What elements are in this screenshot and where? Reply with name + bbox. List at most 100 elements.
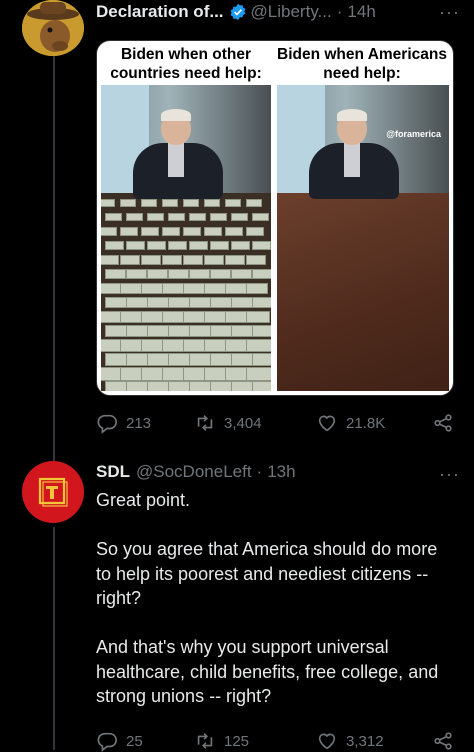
- money-bill: [120, 199, 136, 207]
- display-name[interactable]: Declaration of...: [96, 2, 224, 22]
- money-bill: [183, 227, 201, 236]
- money-bill: [147, 269, 168, 280]
- money-bill: [231, 213, 248, 222]
- money-bill: [231, 241, 250, 251]
- tweet-paragraph: Great point.: [96, 490, 191, 510]
- tweet-image[interactable]: Biden when other countries need help: Bi…: [96, 40, 454, 396]
- money-stacks: [101, 193, 271, 391]
- reply-icon: [97, 414, 117, 434]
- meme-panel-empty: @foramerica: [277, 85, 449, 391]
- heart-icon: [318, 415, 336, 432]
- meme-watermark: @foramerica: [386, 129, 441, 139]
- timestamp[interactable]: 14h: [347, 2, 375, 22]
- money-bill: [120, 283, 142, 294]
- money-bill: [162, 199, 178, 207]
- like-count: 21.8K: [346, 414, 386, 432]
- meme-caption-right: Biden when Americans need help:: [277, 46, 447, 82]
- money-bill: [252, 241, 271, 251]
- money-bill: [225, 283, 247, 294]
- money-bill: [210, 297, 233, 309]
- reply-button[interactable]: 25: [96, 730, 194, 752]
- money-bill: [231, 269, 252, 280]
- money-bill: [204, 283, 226, 294]
- share-icon: [434, 414, 452, 432]
- money-bill: [210, 269, 231, 280]
- thread-line: [53, 56, 55, 466]
- tweet-header: SDL @SocDoneLeft · 13h: [96, 462, 296, 482]
- money-bill: [120, 227, 138, 236]
- retweet-icon: [197, 733, 213, 749]
- share-button[interactable]: [432, 412, 454, 434]
- money-bill: [204, 227, 222, 236]
- more-options-icon[interactable]: ···: [439, 464, 460, 485]
- money-bill: [204, 255, 224, 265]
- tweet-actions: 213 3,404 21.8K: [96, 412, 454, 434]
- tweet-paragraph: So you agree that America should do more…: [96, 539, 438, 608]
- money-bill: [252, 213, 269, 222]
- money-bill: [101, 199, 115, 207]
- money-bill: [225, 199, 241, 207]
- display-name[interactable]: SDL: [96, 462, 130, 482]
- money-bill: [105, 241, 124, 251]
- money-bill: [168, 213, 185, 222]
- handle[interactable]: @Liberty...: [251, 2, 332, 22]
- avatar[interactable]: [22, 461, 84, 523]
- timestamp[interactable]: 13h: [267, 462, 295, 482]
- money-bill: [101, 283, 121, 294]
- money-bill: [246, 367, 271, 381]
- money-bill: [183, 255, 203, 265]
- handle[interactable]: @SocDoneLeft: [136, 462, 252, 482]
- money-bill: [126, 241, 145, 251]
- money-bill: [168, 241, 187, 251]
- money-bill: [168, 297, 191, 309]
- separator: ·: [256, 462, 263, 481]
- money-bill: [246, 339, 271, 352]
- money-bill: [210, 241, 229, 251]
- separator: ·: [336, 2, 343, 21]
- money-bill: [147, 241, 166, 251]
- money-bill: [162, 255, 182, 265]
- like-count: 3,312: [346, 732, 384, 750]
- retweet-button[interactable]: 3,404: [194, 412, 316, 434]
- money-bill: [147, 213, 164, 222]
- money-bill: [141, 199, 157, 207]
- money-bill: [126, 213, 143, 222]
- more-options-icon[interactable]: ···: [439, 2, 460, 23]
- verified-badge-icon: [230, 3, 245, 21]
- like-button[interactable]: 3,312: [316, 730, 426, 752]
- money-bill: [147, 297, 170, 309]
- money-bill: [252, 297, 271, 309]
- money-bill: [246, 227, 264, 236]
- cowboy-horse-avatar-icon: [22, 0, 84, 56]
- money-bill: [141, 255, 161, 265]
- money-bill: [210, 213, 227, 222]
- person-figure: [299, 109, 409, 199]
- thread-line: [53, 527, 55, 750]
- money-bill: [189, 269, 210, 280]
- retweet-icon: [197, 415, 213, 431]
- share-button[interactable]: [432, 730, 454, 752]
- money-bill: [105, 297, 128, 309]
- money-bill: [225, 227, 243, 236]
- money-bill: [168, 269, 189, 280]
- meme-caption-left: Biden when other countries need help:: [110, 46, 262, 82]
- money-bill: [120, 255, 140, 265]
- money-bill: [246, 199, 262, 207]
- like-button[interactable]: 21.8K: [316, 412, 426, 434]
- money-bill: [105, 213, 122, 222]
- money-bill: [162, 227, 180, 236]
- money-bill: [141, 283, 163, 294]
- avatar[interactable]: [22, 0, 84, 56]
- reply-button[interactable]: 213: [96, 412, 194, 434]
- retweet-button[interactable]: 125: [194, 730, 316, 752]
- share-icon: [434, 732, 452, 750]
- money-bill: [246, 311, 270, 323]
- tweet-actions: 25 125 3,312: [96, 730, 454, 752]
- money-bill: [101, 255, 119, 265]
- reply-count: 25: [126, 732, 143, 750]
- retweet-count: 3,404: [224, 414, 262, 432]
- reply-count: 213: [126, 414, 152, 432]
- money-bill: [105, 269, 126, 280]
- tweet-header: Declaration of... @Liberty... · 14h: [96, 0, 460, 24]
- money-bill: [189, 213, 206, 222]
